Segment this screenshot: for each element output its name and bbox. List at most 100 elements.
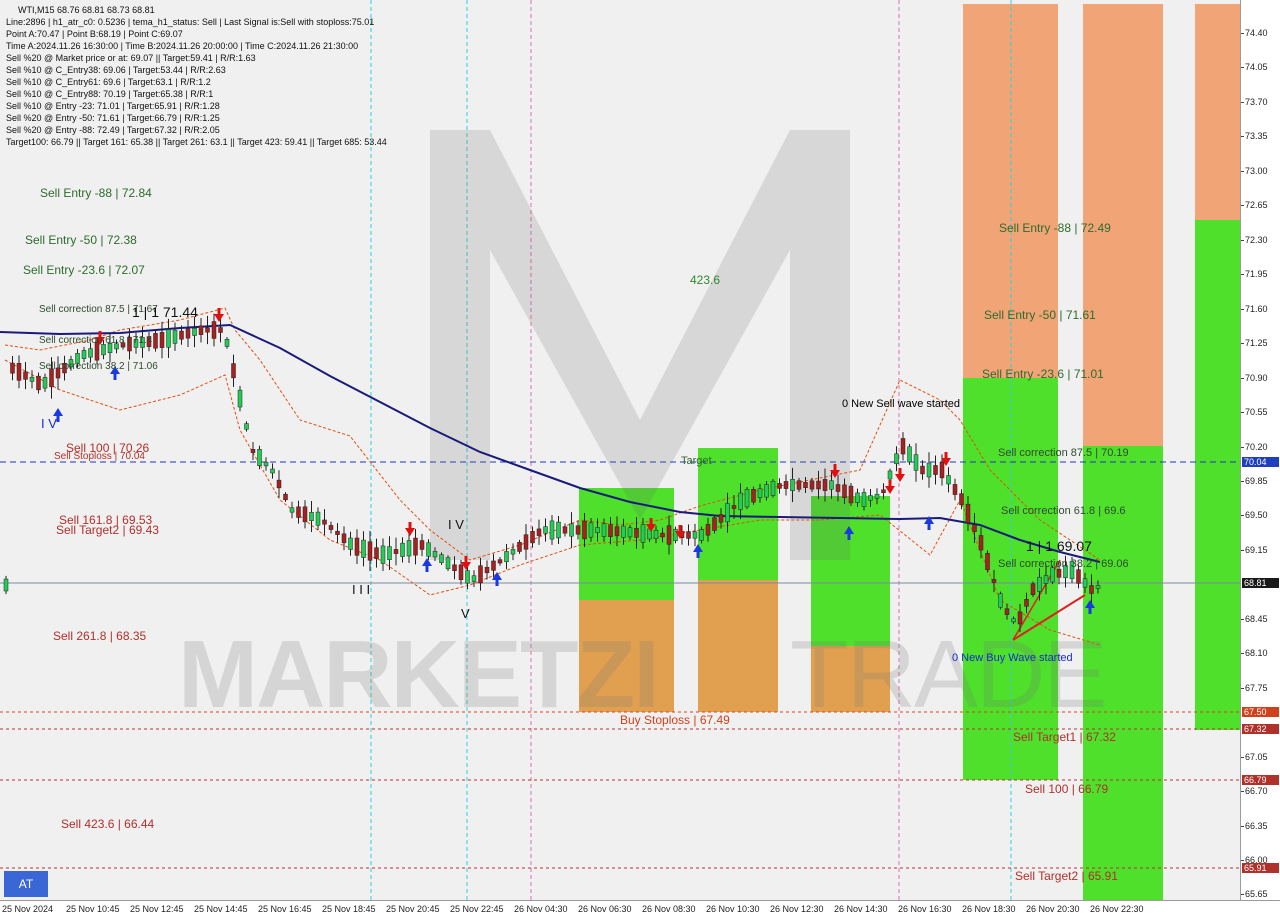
candle-down (393, 549, 399, 554)
candle-up (361, 539, 366, 558)
time-tick: 26 Nov 08:30 (642, 904, 696, 914)
candle-up (81, 350, 87, 359)
sell-arrow-icon (885, 480, 895, 494)
left-label-sell-423: Sell 423.6 | 66.44 (61, 817, 155, 831)
candle-up (192, 327, 197, 336)
point-left-label: 1 | 1 71.44 (132, 304, 198, 320)
new-sell-wave-label: 0 New Sell wave started (842, 398, 960, 410)
right-label-correction-87: Sell correction 87.5 | 70.19 (998, 447, 1129, 459)
right-label-sell-entry-50: Sell Entry -50 | 71.61 (984, 308, 1096, 322)
candle-down (36, 375, 41, 391)
time-tick: 25 Nov 22:45 (450, 904, 504, 914)
candle-up (829, 480, 834, 490)
candle-down (582, 520, 587, 540)
candle-down (250, 449, 256, 453)
price-tick: 73.00 (1241, 165, 1268, 176)
candle-up (237, 389, 243, 408)
chart-area[interactable]: MARKETZI TRADE WTI,M15 68.76 68.81 68.73… (0, 0, 1240, 900)
candle-down (796, 480, 802, 490)
time-tick: 25 Nov 12:45 (130, 904, 184, 914)
candle-down (1024, 599, 1029, 607)
level-price-label: 65.91 (1242, 863, 1279, 873)
candle-up (627, 527, 633, 538)
price-tick: 70.20 (1241, 441, 1268, 452)
candle-up (640, 524, 646, 543)
candle-down (179, 330, 184, 340)
candle-down (523, 534, 529, 550)
left-label-correction-61: Sell correction 61.8 | 71.4 (39, 335, 153, 346)
time-tick: 26 Nov 16:30 (898, 904, 952, 914)
left-label-sell-entry-50: Sell Entry -50 | 72.38 (25, 233, 137, 247)
price-tick: 71.95 (1241, 269, 1268, 280)
time-tick: 26 Nov 22:30 (1090, 904, 1144, 914)
auto-trading-button[interactable]: AT (4, 871, 48, 897)
candle-up (855, 492, 860, 503)
candle-down (900, 438, 906, 455)
candle-down (211, 321, 217, 339)
candle-down (452, 564, 457, 571)
candle-down (1076, 569, 1081, 584)
candle-down (367, 541, 373, 561)
watermark-logo (430, 130, 850, 560)
candle-down (608, 524, 613, 537)
candle-up (387, 546, 392, 560)
candle-down (985, 553, 990, 570)
price-tick: 67.05 (1241, 751, 1268, 762)
time-tick: 25 Nov 16:45 (258, 904, 312, 914)
candle-up (510, 549, 516, 555)
candle-down (413, 537, 418, 556)
candle-up (692, 531, 698, 539)
candle-up (907, 446, 912, 463)
candle-up (673, 528, 678, 542)
candle-up (653, 529, 659, 540)
candle-down (536, 528, 542, 536)
candle-up (764, 484, 769, 498)
right-label-correction-38: Sell correction 38.2 | 69.06 (998, 558, 1129, 570)
candle-down (205, 327, 210, 333)
left-label-sell-entry-23: Sell Entry -23.6 | 72.07 (23, 263, 145, 277)
candle-down (302, 506, 308, 523)
candle-down (1030, 583, 1036, 595)
candle-down (328, 525, 334, 530)
watermark-text: MARKETZI (178, 621, 660, 728)
candle-up (549, 520, 555, 540)
candle-down (322, 519, 327, 525)
candle-down (783, 481, 789, 489)
candle-down (478, 565, 483, 584)
new-buy-wave-label: 0 New Buy Wave started (952, 652, 1073, 664)
watermark-suffix: TRADE (790, 621, 1107, 728)
candle-up (465, 570, 470, 584)
price-tick: 73.35 (1241, 131, 1268, 142)
candle-down (666, 525, 672, 545)
time-tick: 26 Nov 14:30 (834, 904, 888, 914)
candle-up (894, 453, 899, 465)
time-tick: 26 Nov 10:30 (706, 904, 760, 914)
left-label-sell-entry-88: Sell Entry -88 | 72.84 (40, 186, 152, 200)
roman-iii: I I I (352, 582, 371, 597)
current-price-label: 68.81 (1242, 578, 1279, 588)
candle-up (471, 575, 477, 582)
candle-down (634, 528, 639, 538)
candle-down (517, 542, 522, 552)
far-right-green-zone (1195, 220, 1240, 730)
info-line: Sell %20 @ Entry -50: 71.61 | Target:66.… (6, 113, 220, 123)
info-line: Time A:2024.11.26 16:30:00 | Time B:2024… (6, 41, 359, 51)
candle-up (1095, 585, 1101, 589)
right-label-sell-target1: Sell Target1 | 67.32 (1013, 730, 1116, 744)
candle-down (231, 363, 236, 379)
candle-up (172, 329, 178, 344)
candle-up (595, 527, 600, 533)
candle-up (289, 507, 295, 513)
price-tick: 74.05 (1241, 62, 1268, 73)
candle-up (738, 492, 743, 510)
candle-down (939, 461, 945, 479)
candle-up (998, 593, 1003, 608)
price-tick: 71.25 (1241, 338, 1268, 349)
point-c-label: 1 | 1 69.07 (1026, 538, 1092, 554)
candle-up (315, 511, 321, 526)
buy-stoploss-label: Buy Stoploss | 67.49 (620, 713, 730, 727)
info-line: Sell %10 @ Entry -23: 71.01 | Target:65.… (6, 101, 220, 111)
right-label-correction-61: Sell correction 61.8 | 69.6 (1001, 505, 1126, 517)
right-label-sell-target2: Sell Target2 | 65.91 (1015, 869, 1118, 883)
candle-up (309, 512, 314, 521)
